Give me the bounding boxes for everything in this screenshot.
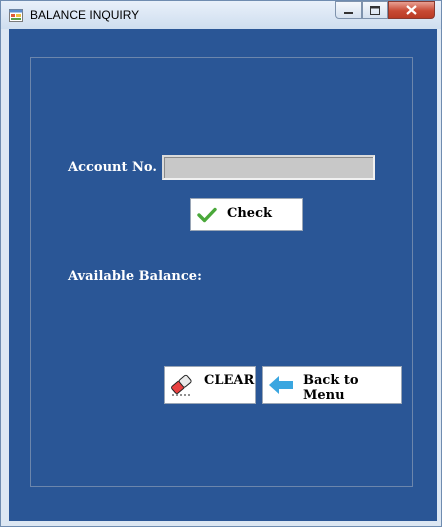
back-to-menu-label: Back to Menu (303, 373, 359, 403)
minimize-icon (344, 11, 353, 14)
close-button[interactable] (388, 1, 435, 19)
account-number-label: Account No. (68, 160, 157, 175)
title-bar[interactable]: BALANCE INQUIRY (1, 1, 441, 29)
maximize-button[interactable] (362, 1, 388, 19)
app-form-icon (9, 9, 23, 22)
back-to-menu-button[interactable]: Back to Menu (262, 366, 402, 404)
check-button[interactable]: Check (190, 198, 303, 231)
minimize-button[interactable] (335, 1, 362, 19)
form-client-area: Account No. Check Available Balance: CLE… (9, 29, 437, 521)
account-number-input[interactable] (164, 157, 373, 178)
clear-button[interactable]: CLEAR (164, 366, 256, 404)
eraser-icon (171, 374, 192, 396)
available-balance-label: Available Balance: (68, 269, 202, 284)
account-number-field[interactable] (162, 155, 375, 180)
window-title: BALANCE INQUIRY (30, 8, 140, 22)
check-button-label: Check (227, 206, 272, 221)
arrow-left-icon (269, 376, 293, 394)
checkmark-icon (197, 207, 217, 223)
maximize-icon (370, 5, 380, 15)
clear-button-label: CLEAR (204, 373, 255, 388)
balance-inquiry-window: BALANCE INQUIRY Account No. Check Availa… (0, 0, 442, 527)
close-icon (406, 5, 417, 15)
